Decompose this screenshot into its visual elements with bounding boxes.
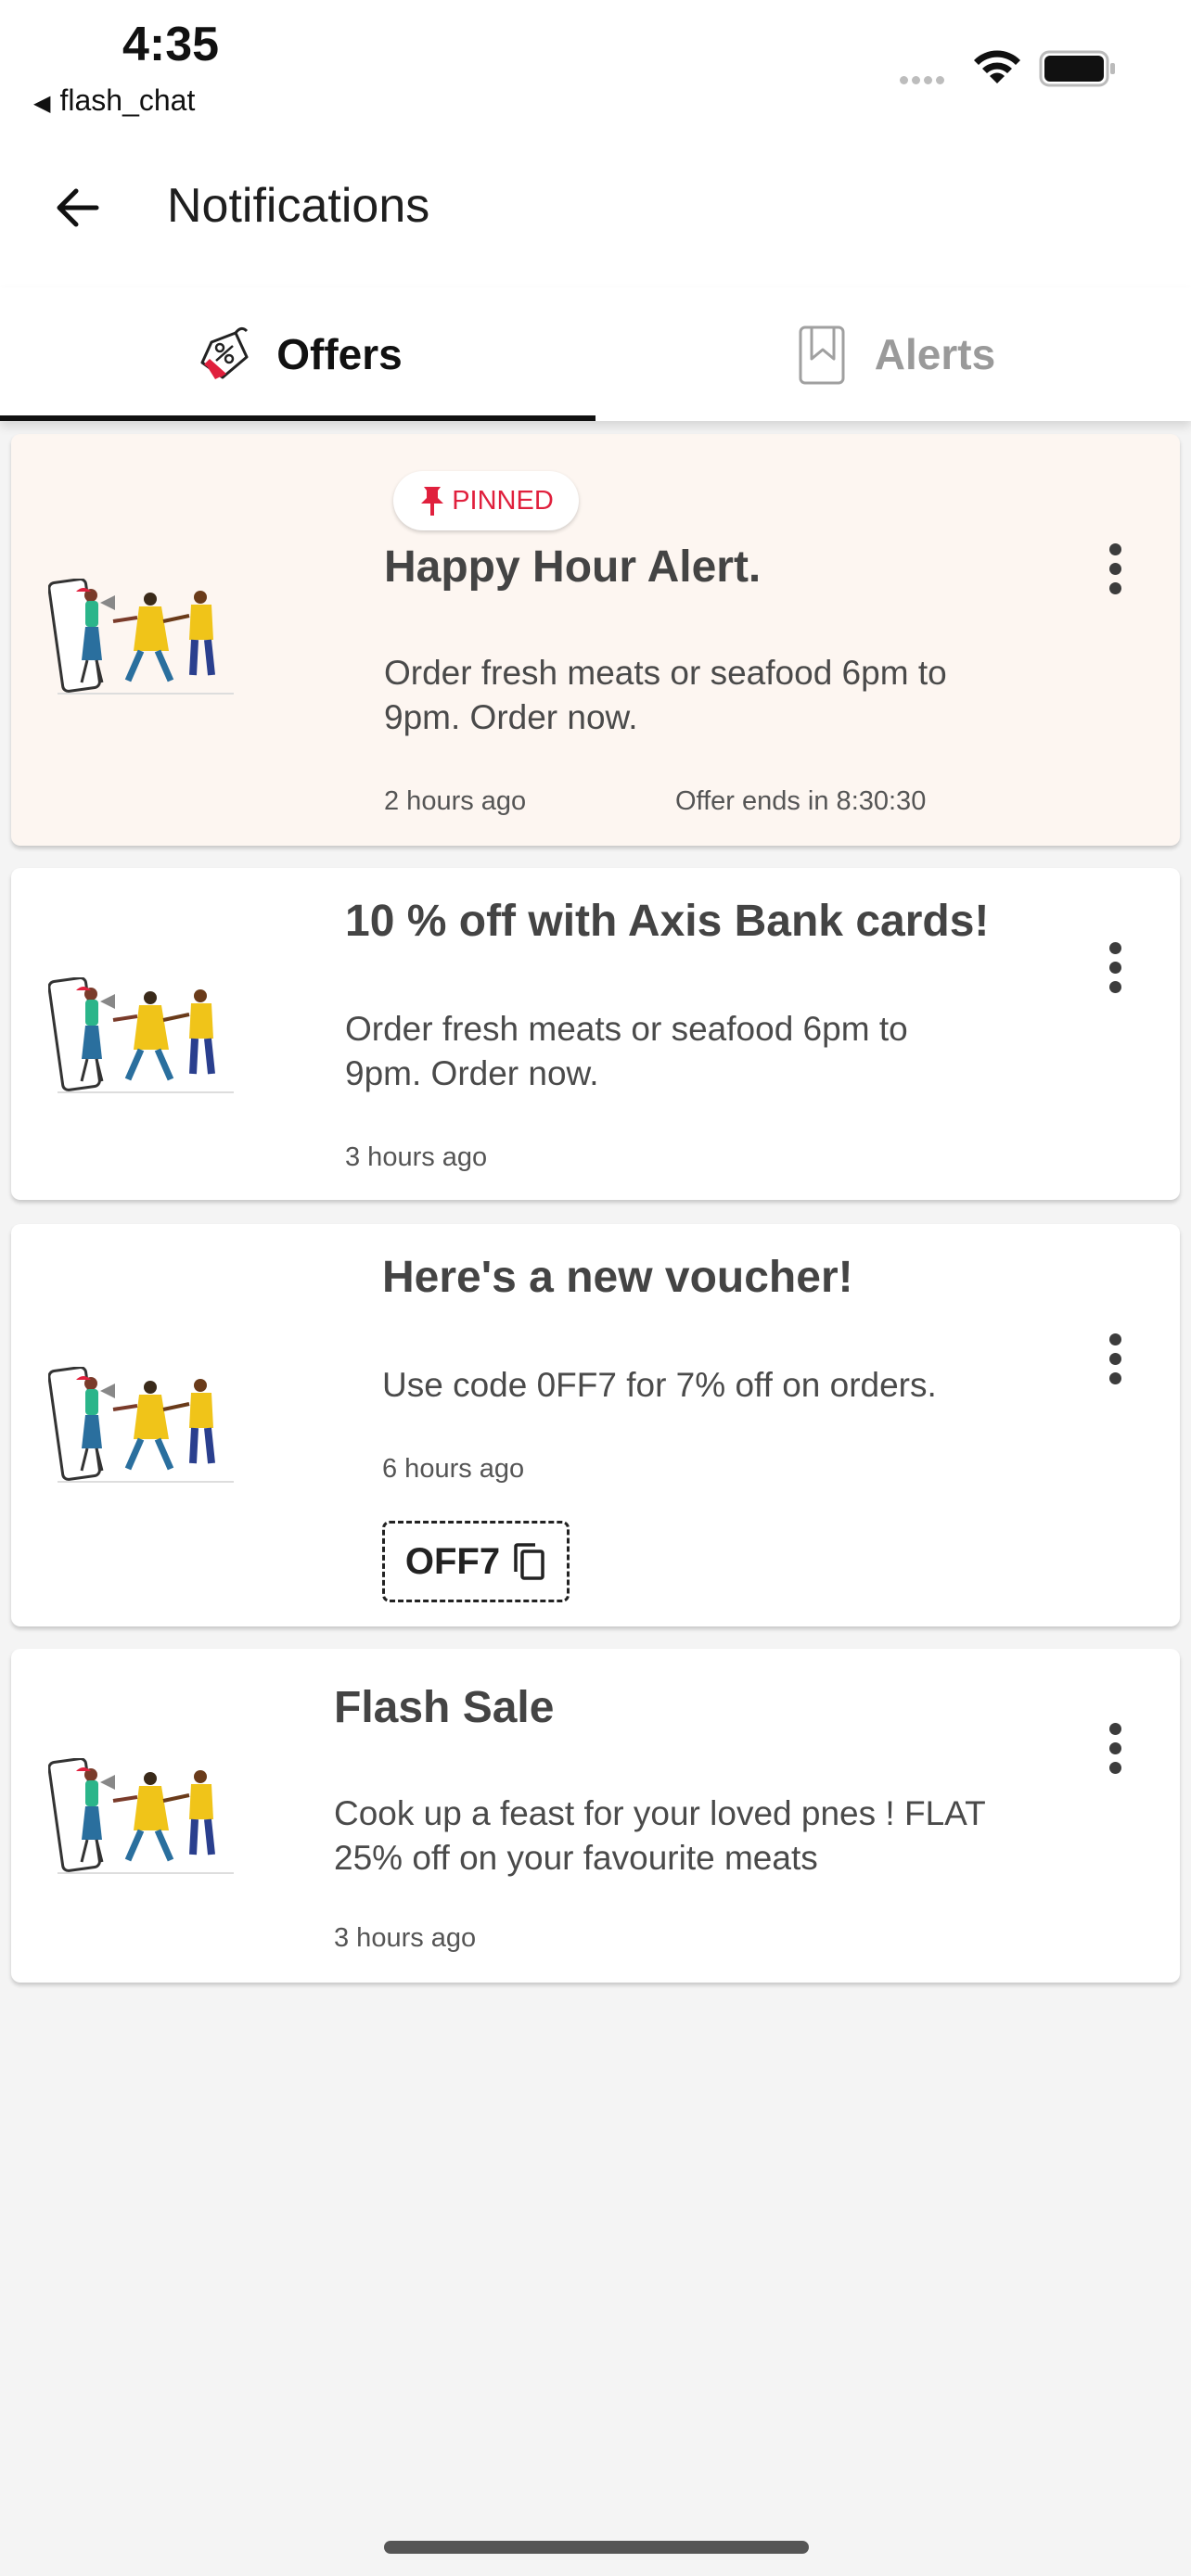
more-options-icon[interactable] xyxy=(1106,1723,1124,1779)
notification-time: 2 hours ago xyxy=(384,786,527,816)
notification-time: 3 hours ago xyxy=(345,1142,488,1172)
status-bar: 4:35 ◀ flash_chat xyxy=(0,0,1191,130)
notification-body: Order fresh meats or seafood 6pm to 9pm.… xyxy=(345,1010,908,1092)
pin-icon xyxy=(421,487,444,516)
notification-card[interactable]: Here's a new voucher! Use code 0FF7 for … xyxy=(11,1224,1180,1626)
tab-alerts-label: Alerts xyxy=(874,330,996,378)
battery-icon xyxy=(1039,50,1115,87)
notification-body: Cook up a feast for your loved pnes ! FL… xyxy=(334,1794,986,1877)
notification-title: Flash Sale xyxy=(334,1683,555,1732)
more-options-icon[interactable] xyxy=(1106,543,1124,599)
offer-countdown: Offer ends in 8:30:30 xyxy=(675,786,927,816)
notification-body: Use code 0FF7 for 7% off on orders. xyxy=(382,1366,937,1404)
pinned-label: PINNED xyxy=(452,485,554,516)
more-options-icon[interactable] xyxy=(1106,942,1124,998)
copy-icon xyxy=(514,1543,544,1580)
active-tab-indicator xyxy=(0,415,596,421)
promo-illustration xyxy=(48,1367,234,1483)
tab-offers[interactable]: Offers xyxy=(0,287,596,421)
home-indicator[interactable] xyxy=(384,2541,809,2554)
notification-time: 3 hours ago xyxy=(334,1923,477,1953)
discount-bag-icon xyxy=(200,326,249,379)
coupon-code-button[interactable]: OFF7 xyxy=(382,1521,570,1602)
back-to-app-link[interactable]: ◀ flash_chat xyxy=(33,83,195,118)
promo-illustration xyxy=(48,1758,234,1874)
back-app-label: flash_chat xyxy=(59,83,196,117)
app-bar: Notifications xyxy=(0,130,1191,287)
tab-bar: Offers Alerts xyxy=(0,287,1191,421)
tab-offers-label: Offers xyxy=(276,330,403,378)
back-arrow-icon[interactable] xyxy=(50,180,106,236)
notification-card[interactable]: PINNED Happy Hour Alert. Order fresh mea… xyxy=(11,434,1180,846)
coupon-code: OFF7 xyxy=(404,1540,501,1582)
notification-title: Here's a new voucher! xyxy=(382,1253,853,1302)
notification-title: 10 % off with Axis Bank cards! xyxy=(345,897,990,946)
back-triangle-icon: ◀ xyxy=(33,91,51,116)
page-title: Notifications xyxy=(167,179,430,233)
pinned-badge: PINNED xyxy=(393,471,579,530)
promo-illustration xyxy=(48,977,234,1093)
promo-illustration xyxy=(48,579,234,695)
tab-alerts[interactable]: Alerts xyxy=(596,287,1191,421)
more-options-icon[interactable] xyxy=(1106,1333,1124,1389)
notification-card[interactable]: 10 % off with Axis Bank cards! Order fre… xyxy=(11,868,1180,1200)
notification-body: Order fresh meats or seafood 6pm to 9pm.… xyxy=(384,654,947,736)
cellular-signal-icon xyxy=(900,72,948,89)
notification-title: Happy Hour Alert. xyxy=(384,542,762,592)
status-time: 4:35 xyxy=(122,18,220,71)
phone-alert-icon xyxy=(799,325,845,385)
notification-card[interactable]: Flash Sale Cook up a feast for your love… xyxy=(11,1649,1180,1983)
notification-time: 6 hours ago xyxy=(382,1454,525,1484)
wifi-icon xyxy=(974,50,1020,83)
